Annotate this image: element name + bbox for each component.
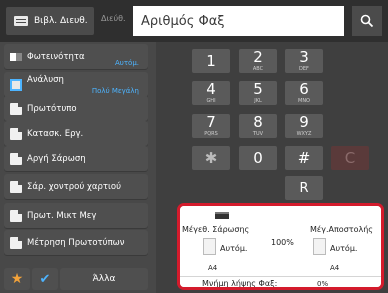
fax-memory-value: 0% xyxy=(317,280,329,288)
scan-size-value: Αυτόμ. xyxy=(220,244,248,253)
check-button[interactable]: ✔ xyxy=(32,268,58,290)
mixed-size-label: Πρωτ. Μικτ Μεγ xyxy=(27,210,97,221)
key-digit: 4 xyxy=(206,80,216,98)
fax-memory-label: Μνήμη λήψης Φαξ: xyxy=(202,279,278,288)
thick-paper-icon xyxy=(10,180,22,193)
key-letters: WXYZ xyxy=(296,131,312,137)
scan-page-icon xyxy=(203,238,216,255)
key-letters: MNO xyxy=(298,98,310,104)
key-digit: 2 xyxy=(253,48,263,66)
key-7[interactable]: 7 PQRS xyxy=(192,114,230,138)
key-digit: 9 xyxy=(299,113,309,131)
scan-status-panel[interactable]: Μέγεθ. Σάρωσης Μέγ.Αποστολής Αυτόμ. 100%… xyxy=(177,203,384,290)
scanner-icon xyxy=(215,212,229,219)
send-size-value: Αυτόμ. xyxy=(330,244,358,253)
address-book-label: Βιβλ. Διευθ. xyxy=(34,16,88,26)
original-count-label: Μέτρηση Πρωτοτύπων xyxy=(27,237,125,248)
thick-paper-scan-button[interactable]: Σάρ. χοντρού χαρτιού xyxy=(4,174,148,199)
redial-key[interactable]: R xyxy=(285,176,323,200)
original-count-icon xyxy=(10,236,22,249)
slow-scan-label: Αργή Σάρωση xyxy=(27,153,86,164)
key-digit: 3 xyxy=(299,48,309,66)
key-3[interactable]: 3 DEF xyxy=(285,49,323,73)
clear-key[interactable]: C xyxy=(331,146,369,170)
key-letters: JKL xyxy=(254,98,262,104)
key-hash[interactable]: # xyxy=(285,146,323,170)
key-star[interactable]: ✱ xyxy=(192,146,230,170)
key-letters: ABC xyxy=(252,66,264,72)
clear-label: C xyxy=(344,148,356,167)
key-2[interactable]: 2 ABC xyxy=(239,49,277,73)
key-digit: # xyxy=(297,148,311,167)
key-digit: 6 xyxy=(299,80,309,98)
key-4[interactable]: 4 GHI xyxy=(192,81,230,105)
send-size-label: Μέγ.Αποστολής xyxy=(310,225,373,234)
key-5[interactable]: 5 JKL xyxy=(239,81,277,105)
star-key-icon: ✱ xyxy=(204,148,218,167)
other-button[interactable]: Άλλα xyxy=(60,268,148,290)
key-digit: 8 xyxy=(253,113,263,131)
mixed-size-icon xyxy=(10,209,22,222)
address-label: Διεύθ. xyxy=(101,14,126,23)
key-digit: 0 xyxy=(253,148,263,167)
key-digit: 5 xyxy=(253,80,263,98)
scan-size-label: Μέγεθ. Σάρωσης xyxy=(182,225,250,234)
address-book-icon xyxy=(14,16,28,26)
ratio-value: 100% xyxy=(271,238,294,247)
brightness-icon xyxy=(10,52,22,61)
fax-number-input[interactable] xyxy=(133,6,344,36)
slow-scan-button[interactable]: Αργή Σάρωση xyxy=(4,146,148,171)
mixed-size-original-button[interactable]: Πρωτ. Μικτ Μεγ xyxy=(4,203,148,228)
send-page-icon xyxy=(313,238,326,255)
key-letters: DEF xyxy=(299,66,309,72)
job-build-icon xyxy=(10,127,22,140)
key-digit: 7 xyxy=(206,113,216,131)
key-letters: PQRS xyxy=(204,131,218,137)
key-1[interactable]: 1 xyxy=(192,49,230,73)
send-paper-size: A4 xyxy=(330,264,340,272)
star-icon: ★ xyxy=(10,271,24,287)
original-button[interactable]: Πρωτότυπο xyxy=(4,96,148,121)
brightness-value: Αυτόμ. xyxy=(114,59,139,67)
favorite-button[interactable]: ★ xyxy=(4,268,30,290)
key-letters: TUV xyxy=(252,131,264,137)
job-build-label: Κατασκ. Εργ. xyxy=(27,128,84,139)
resolution-label: Ανάλυση xyxy=(27,75,64,85)
key-letters: GHI xyxy=(206,98,216,104)
key-digit: 1 xyxy=(206,51,216,70)
key-6[interactable]: 6 MNO xyxy=(285,81,323,105)
address-book-button[interactable]: Βιβλ. Διευθ. xyxy=(6,7,94,35)
resolution-value: Πολύ Μεγάλη xyxy=(91,87,139,95)
key-0[interactable]: 0 xyxy=(239,146,277,170)
job-build-button[interactable]: Κατασκ. Εργ. xyxy=(4,121,148,146)
other-label: Άλλα xyxy=(92,274,116,284)
brightness-button[interactable]: Φωτεινότητα Αυτόμ. xyxy=(4,44,148,69)
thick-paper-label: Σάρ. χοντρού χαρτιού xyxy=(27,181,121,192)
fax-memory-area: Μνήμη λήψης Φαξ: 0% xyxy=(180,276,381,288)
check-icon: ✔ xyxy=(39,271,51,287)
slow-scan-icon xyxy=(10,152,22,165)
resolution-icon xyxy=(10,78,22,91)
scan-size-area: Μέγεθ. Σάρωσης Μέγ.Αποστολής Αυτόμ. 100%… xyxy=(180,206,381,276)
search-button[interactable] xyxy=(352,6,382,36)
redial-label: R xyxy=(299,180,309,196)
key-8[interactable]: 8 TUV xyxy=(239,114,277,138)
original-label: Πρωτότυπο xyxy=(27,103,77,114)
original-count-button[interactable]: Μέτρηση Πρωτοτύπων xyxy=(4,230,148,255)
resolution-button[interactable]: Ανάλυση Πολύ Μεγάλη xyxy=(4,72,148,97)
brightness-label: Φωτεινότητα xyxy=(27,51,85,62)
search-icon xyxy=(360,14,374,28)
scan-paper-size: A4 xyxy=(208,264,218,272)
original-icon xyxy=(10,102,22,115)
key-9[interactable]: 9 WXYZ xyxy=(285,114,323,138)
